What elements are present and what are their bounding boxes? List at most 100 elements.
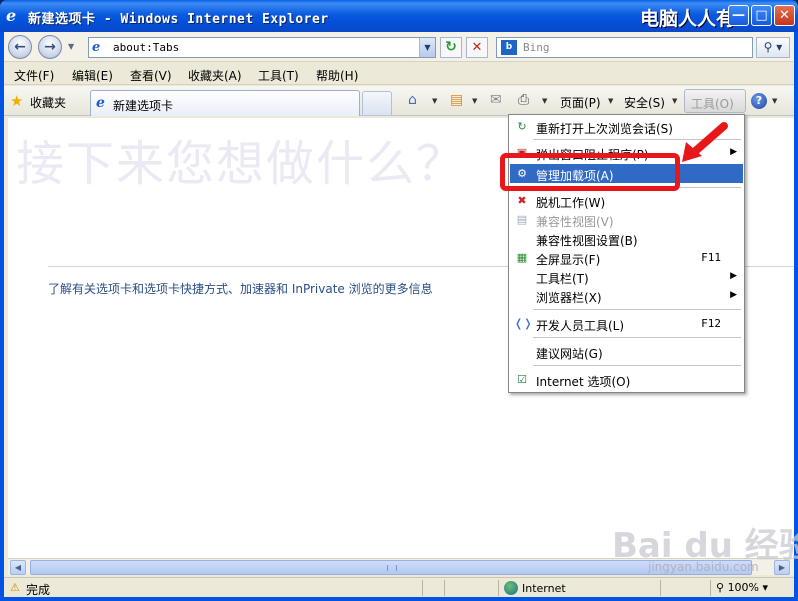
print-icon[interactable]: ⎙ — [518, 92, 529, 108]
page-dropdown-icon[interactable]: ▼ — [608, 97, 613, 105]
window-title: 新建选项卡 - Windows Internet Explorer — [28, 12, 329, 27]
menu-separator — [533, 309, 741, 310]
reopen-session-icon: ↻ — [517, 120, 527, 133]
search-icon: ⚲ ▾ — [763, 40, 783, 54]
minimize-icon: — — [732, 8, 745, 23]
minimize-button[interactable]: — — [728, 5, 749, 26]
print-dropdown-icon[interactable]: ▼ — [542, 97, 547, 105]
internet-options-icon: ☑ — [517, 373, 527, 386]
close-button[interactable]: ✕ — [774, 5, 795, 26]
divider — [422, 580, 423, 596]
arrow-right-icon: → — [44, 39, 56, 55]
arrow-left-icon: ◀ — [14, 563, 22, 572]
menu-separator — [533, 365, 741, 366]
arrow-left-icon: ← — [14, 39, 26, 55]
menu-item-label: 全屏显示(F) — [536, 253, 601, 267]
page-icon: e — [92, 40, 101, 55]
shortcut-label: F12 — [701, 317, 721, 330]
menu-item-compat-view-settings[interactable]: 兼容性视图设置(B) — [510, 229, 743, 248]
menu-file[interactable]: 文件(F) — [14, 67, 54, 84]
page-title: 接下来您想做什么？ — [16, 136, 467, 192]
shortcut-label: F11 — [701, 251, 721, 264]
annotation-arrow-icon — [682, 122, 728, 162]
menu-view[interactable]: 查看(V) — [130, 67, 172, 84]
menu-separator — [533, 337, 741, 338]
scroll-left-button[interactable]: ◀ — [10, 560, 26, 575]
close-icon: ✕ — [779, 8, 790, 23]
divider — [498, 580, 499, 596]
menu-item-label: 兼容性视图(V) — [536, 215, 614, 229]
menu-item-label: Internet 选项(O) — [536, 375, 631, 389]
menu-tools[interactable]: 工具(T) — [258, 67, 299, 84]
feeds-icon[interactable]: ▤ — [450, 92, 463, 108]
menu-bar: 文件(F) 编辑(E) 查看(V) 收藏夹(A) 工具(T) 帮助(H) — [4, 63, 794, 85]
menu-favorites[interactable]: 收藏夹(A) — [188, 67, 242, 84]
divider — [444, 580, 445, 596]
page-icon: e — [96, 95, 105, 111]
refresh-button[interactable]: ↻ — [440, 37, 462, 58]
mail-icon[interactable]: ✉ — [490, 92, 502, 108]
star-icon[interactable]: ★ — [10, 92, 23, 110]
address-bar[interactable]: e about:Tabs ▼ — [88, 37, 436, 58]
divider — [710, 580, 711, 596]
zoom-control[interactable]: ⚲ 100% ▾ — [716, 581, 768, 594]
menu-item-work-offline[interactable]: ✖ 脱机工作(W) — [510, 191, 743, 210]
help-dropdown-icon[interactable]: ▼ — [772, 97, 777, 105]
menu-item-internet-options[interactable]: ☑ Internet 选项(O) — [510, 370, 743, 389]
bing-icon: b — [501, 40, 517, 55]
menu-edit[interactable]: 编辑(E) — [72, 67, 113, 84]
developer-tools-icon: ❬❭ — [514, 317, 533, 330]
home-icon[interactable]: ⌂ — [408, 92, 417, 108]
annotation-highlight-box — [500, 153, 680, 191]
forward-button[interactable]: → — [38, 35, 62, 59]
zoom-level: 100% — [727, 581, 760, 594]
safety-menu-button[interactable]: 安全(S) — [624, 94, 665, 111]
back-button[interactable]: ← — [8, 35, 32, 59]
help-icon[interactable]: ? — [751, 93, 767, 109]
page-menu-button[interactable]: 页面(P) — [560, 94, 601, 111]
menu-item-label: 浏览器栏(X) — [536, 291, 602, 305]
safety-dropdown-icon[interactable]: ▼ — [672, 97, 677, 105]
feeds-dropdown-icon[interactable]: ▼ — [472, 97, 477, 105]
globe-icon — [504, 581, 518, 595]
stop-button[interactable]: ✕ — [466, 37, 488, 58]
submenu-arrow-icon: ▶ — [730, 290, 737, 300]
tab-label: 新建选项卡 — [113, 99, 174, 113]
address-input[interactable]: about:Tabs — [113, 41, 179, 54]
menu-item-compat-view: ▤ 兼容性视图(V) — [510, 210, 743, 229]
offline-icon: ✖ — [517, 194, 527, 207]
menu-item-suggested-sites[interactable]: 建议网站(G) — [510, 342, 743, 361]
menu-item-fullscreen[interactable]: ▦ 全屏显示(F) F11 — [510, 248, 743, 267]
search-box[interactable]: b Bing — [496, 37, 753, 58]
new-tab-button[interactable] — [362, 91, 392, 115]
jingyan-watermark: jingyan.baidu.com — [648, 560, 759, 574]
status-text: 完成 — [26, 583, 51, 597]
command-bar: ★ 收藏夹 e 新建选项卡 ⌂ ▼ ▤ ▼ ✉ ⎙ ▼ 页面(P) ▼ 安全(S… — [4, 86, 794, 116]
maximize-button[interactable]: □ — [751, 5, 772, 26]
watermark-text: 电脑人人有 — [640, 8, 736, 30]
grip-icon — [387, 565, 397, 571]
menu-item-label: 脱机工作(W) — [536, 196, 606, 210]
menu-item-developer-tools[interactable]: ❬❭ 开发人员工具(L) F12 — [510, 314, 743, 333]
menu-help[interactable]: 帮助(H) — [316, 67, 358, 84]
menu-item-explorer-bars[interactable]: 浏览器栏(X) ▶ — [510, 286, 743, 305]
tools-menu-button[interactable]: 工具(O) — [684, 89, 746, 113]
menu-item-label: 建议网站(G) — [536, 347, 603, 361]
search-button[interactable]: ⚲ ▾ — [756, 37, 790, 58]
title-bar[interactable]: e 新建选项卡 - Windows Internet Explorer 电脑人人… — [0, 0, 798, 32]
tools-label: 工具(O) — [691, 97, 734, 111]
compat-view-icon: ▤ — [516, 213, 528, 226]
ie-logo-icon: e — [6, 6, 17, 25]
address-dropdown-icon[interactable]: ▼ — [419, 38, 435, 57]
security-zone[interactable]: Internet — [522, 582, 566, 595]
favorites-button[interactable]: 收藏夹 — [30, 94, 66, 111]
menu-item-label: 工具栏(T) — [536, 272, 589, 286]
home-dropdown-icon[interactable]: ▼ — [432, 97, 437, 105]
info-link[interactable]: 了解有关选项卡和选项卡快捷方式、加速器和 InPrivate 浏览的更多信息 — [48, 280, 433, 297]
search-input[interactable]: Bing — [523, 41, 550, 54]
menu-item-label: 兼容性视图设置(B) — [536, 234, 638, 248]
tab-new[interactable]: e 新建选项卡 — [90, 90, 360, 116]
menu-item-toolbars[interactable]: 工具栏(T) ▶ — [510, 267, 743, 286]
history-dropdown-icon[interactable]: ▼ — [68, 42, 74, 51]
address-toolbar: ← → ▼ e about:Tabs ▼ ↻ ✕ b Bing ⚲ ▾ — [4, 32, 794, 62]
